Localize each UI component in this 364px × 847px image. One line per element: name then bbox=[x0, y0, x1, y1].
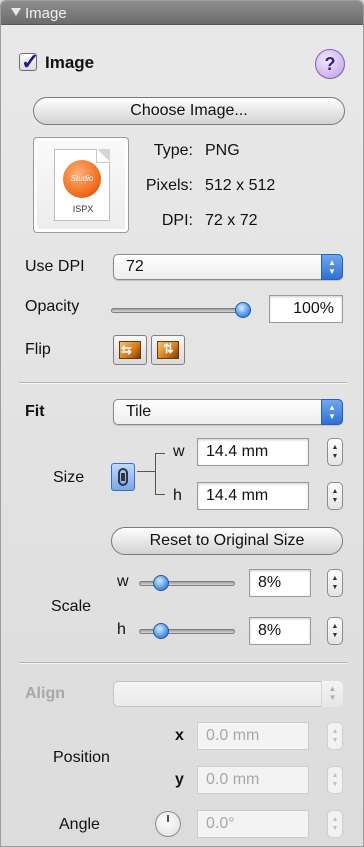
reset-original-size-button[interactable]: Reset to Original Size bbox=[111, 527, 343, 555]
flip-horizontal-button[interactable]: ⇆ bbox=[113, 335, 147, 365]
popup-arrows-icon: ▲ ▼ bbox=[321, 254, 343, 280]
image-file-icon: Studio ISPX bbox=[54, 149, 110, 221]
position-label: Position bbox=[53, 749, 110, 766]
use-dpi-value: 72 bbox=[126, 258, 144, 275]
image-inspector-panel: Image ✓ Image ? Choose Image... Studio I… bbox=[0, 0, 364, 847]
size-w-stepper[interactable]: ▲ ▼ bbox=[327, 438, 343, 466]
scale-w-slider-knob[interactable] bbox=[153, 575, 169, 591]
angle-field[interactable]: 0.0° bbox=[197, 810, 309, 838]
position-x-label: x bbox=[175, 727, 184, 744]
link-aspect-button[interactable] bbox=[111, 463, 135, 491]
scale-w-label: w bbox=[117, 573, 129, 590]
scale-h-stepper[interactable]: ▲ ▼ bbox=[327, 617, 343, 645]
size-h-label: h bbox=[173, 487, 182, 504]
position-y-stepper[interactable]: ▲ ▼ bbox=[327, 766, 343, 794]
fit-popup[interactable]: Tile ▲ ▼ bbox=[113, 399, 343, 425]
scale-h-label: h bbox=[117, 621, 126, 638]
opacity-slider-track[interactable] bbox=[111, 308, 251, 313]
angle-dial-icon[interactable] bbox=[155, 811, 181, 837]
dpi-value: 72 x 72 bbox=[205, 212, 258, 229]
popup-arrows-icon: ▲ ▼ bbox=[321, 681, 343, 707]
size-h-stepper[interactable]: ▲ ▼ bbox=[327, 482, 343, 510]
image-preview-well[interactable]: Studio ISPX bbox=[33, 137, 129, 233]
scale-w-stepper[interactable]: ▲ ▼ bbox=[327, 569, 343, 597]
position-y-label: y bbox=[175, 771, 184, 788]
panel-titlebar[interactable]: Image bbox=[1, 1, 363, 25]
type-label: Type: bbox=[153, 142, 193, 159]
flip-label: Flip bbox=[25, 341, 51, 358]
position-x-field[interactable]: 0.0 mm bbox=[197, 722, 309, 750]
help-icon[interactable]: ? bbox=[315, 49, 345, 79]
size-h-field[interactable]: 14.4 mm bbox=[197, 482, 309, 510]
panel-title: Image bbox=[25, 5, 67, 22]
type-value: PNG bbox=[205, 142, 240, 159]
image-checkbox-label: Image bbox=[45, 53, 95, 72]
opacity-field[interactable]: 100% bbox=[269, 295, 343, 323]
align-popup[interactable]: ▲ ▼ bbox=[113, 681, 343, 707]
scale-h-field[interactable]: 8% bbox=[249, 617, 311, 645]
opacity-slider-knob[interactable] bbox=[235, 302, 251, 318]
size-w-label: w bbox=[173, 443, 185, 460]
disclosure-triangle-icon[interactable] bbox=[11, 8, 21, 16]
scale-label: Scale bbox=[51, 598, 92, 615]
flip-vertical-button[interactable]: ⇅ bbox=[151, 335, 185, 365]
align-label: Align bbox=[25, 685, 65, 702]
pixels-label: Pixels: bbox=[145, 177, 193, 194]
use-dpi-popup[interactable]: 72 ▲ ▼ bbox=[113, 254, 343, 280]
position-x-stepper[interactable]: ▲ ▼ bbox=[327, 722, 343, 750]
position-y-field[interactable]: 0.0 mm bbox=[197, 766, 309, 794]
dpi-label: DPI: bbox=[161, 212, 193, 229]
image-checkbox[interactable]: ✓ bbox=[19, 49, 39, 74]
checkmark-icon: ✓ bbox=[21, 49, 40, 74]
size-bracket-connector bbox=[137, 471, 155, 472]
section-divider-1 bbox=[19, 382, 347, 384]
studio-logo: Studio bbox=[63, 160, 101, 198]
size-label: Size bbox=[53, 469, 85, 486]
size-w-field[interactable]: 14.4 mm bbox=[197, 438, 309, 466]
pixels-value: 512 x 512 bbox=[205, 177, 276, 194]
file-extension-label: ISPX bbox=[72, 204, 94, 214]
scale-h-slider-knob[interactable] bbox=[153, 623, 169, 639]
choose-image-button[interactable]: Choose Image... bbox=[33, 97, 345, 125]
fit-value: Tile bbox=[126, 403, 152, 420]
opacity-label: Opacity bbox=[25, 298, 80, 315]
fit-label: Fit bbox=[25, 403, 45, 420]
size-bracket bbox=[155, 453, 165, 495]
popup-arrows-icon: ▲ ▼ bbox=[321, 399, 343, 425]
angle-stepper[interactable]: ▲ ▼ bbox=[327, 810, 343, 838]
section-divider-2 bbox=[19, 662, 347, 664]
scale-w-field[interactable]: 8% bbox=[249, 569, 311, 597]
use-dpi-label: Use DPI bbox=[25, 258, 85, 275]
angle-label: Angle bbox=[59, 816, 100, 833]
